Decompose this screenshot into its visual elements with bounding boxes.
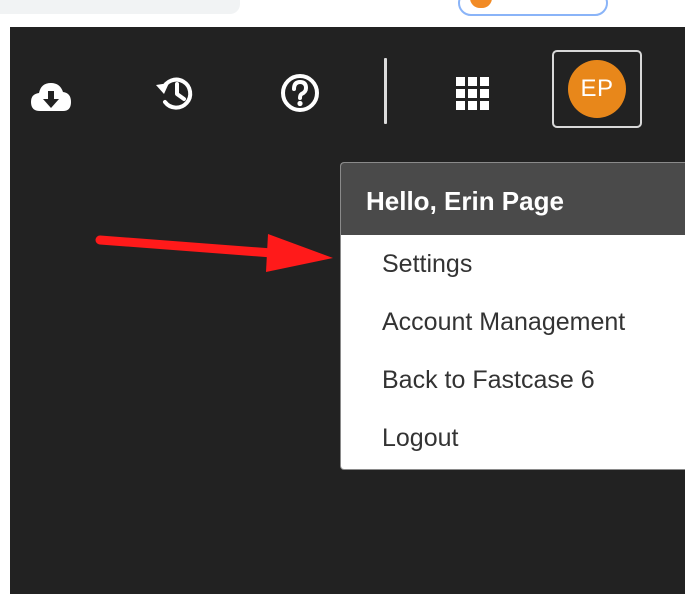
history-icon [156,77,193,110]
user-dropdown-menu: Hello, Erin Page Settings Account Manage… [340,162,685,470]
help-circle-icon [281,74,319,112]
menu-item-logout[interactable]: Logout [341,409,685,467]
browser-chrome-strip [0,0,685,27]
menu-item-settings[interactable]: Settings [341,235,685,293]
user-avatar-button[interactable]: EP [552,50,642,128]
profile-dot-icon [470,0,492,8]
browser-profile-pill[interactable] [458,0,608,16]
toolbar-divider [384,58,387,124]
menu-item-back-to-fastcase-6[interactable]: Back to Fastcase 6 [341,351,685,409]
apps-button[interactable] [450,71,494,115]
menu-item-account-management[interactable]: Account Management [341,293,685,351]
download-button[interactable] [29,76,73,120]
menu-greeting: Hello, Erin Page [341,163,685,235]
avatar: EP [568,60,626,118]
history-button[interactable] [153,71,197,115]
apps-grid-icon [456,77,489,110]
cloud-download-icon [31,83,71,111]
browser-tab[interactable] [0,0,240,14]
help-button[interactable] [278,71,322,115]
